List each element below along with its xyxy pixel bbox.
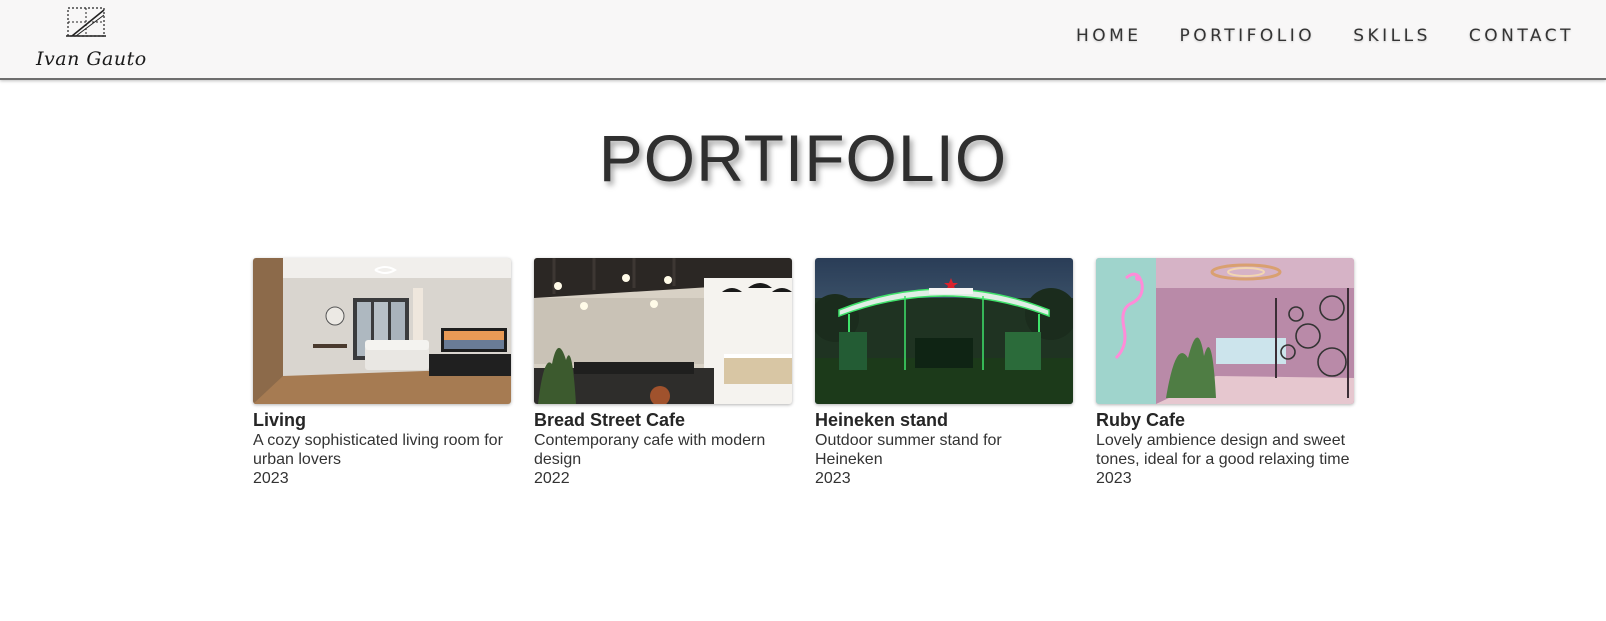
nav-home[interactable]: HOME — [1076, 26, 1142, 46]
nav-portfolio[interactable]: PORTIFOLIO — [1180, 26, 1316, 46]
heineken-stand-image — [815, 258, 1073, 404]
project-title: Bread Street Cafe — [534, 410, 686, 430]
pink-cafe-image — [1096, 258, 1354, 404]
project-description: A cozy sophisticated living room for urb… — [253, 432, 503, 468]
project-year: 2023 — [253, 470, 289, 487]
main-nav: HOME PORTIFOLIO SKILLS CONTACT — [1076, 26, 1574, 46]
portfolio-grid: Living A cozy sophisticated living room … — [253, 258, 1354, 488]
project-title: Heineken stand — [815, 410, 949, 430]
nav-skills[interactable]: SKILLS — [1353, 26, 1431, 46]
project-year: 2022 — [534, 470, 570, 487]
nav-contact[interactable]: CONTACT — [1469, 26, 1574, 46]
project-card-ruby-cafe[interactable]: Ruby Cafe Lovely ambience design and swe… — [1096, 258, 1354, 488]
navbar: Ivan Gauto HOME PORTIFOLIO SKILLS CONTAC… — [0, 0, 1606, 80]
project-title: Ruby Cafe — [1096, 410, 1186, 430]
page-title: PORTIFOLIO — [598, 121, 1008, 195]
project-description: Outdoor summer stand for Heineken — [815, 432, 1002, 468]
project-card-living[interactable]: Living A cozy sophisticated living room … — [253, 258, 511, 488]
logo-signature: Ivan Gauto — [36, 48, 147, 70]
project-card-bread-street-cafe[interactable]: Bread Street Cafe Contemporany cafe with… — [534, 258, 792, 488]
project-description: Contemporany cafe with modern design — [534, 432, 766, 468]
logo[interactable]: Ivan Gauto — [36, 6, 147, 76]
living-room-image — [253, 258, 511, 404]
project-title: Living — [253, 410, 306, 430]
cafe-interior-image — [534, 258, 792, 404]
project-year: 2023 — [1096, 470, 1132, 487]
project-card-heineken-stand[interactable]: Heineken stand Outdoor summer stand for … — [815, 258, 1073, 488]
project-year: 2023 — [815, 470, 851, 487]
project-description: Lovely ambience design and sweet tones, … — [1096, 432, 1350, 468]
drafting-logo-icon — [66, 7, 106, 37]
